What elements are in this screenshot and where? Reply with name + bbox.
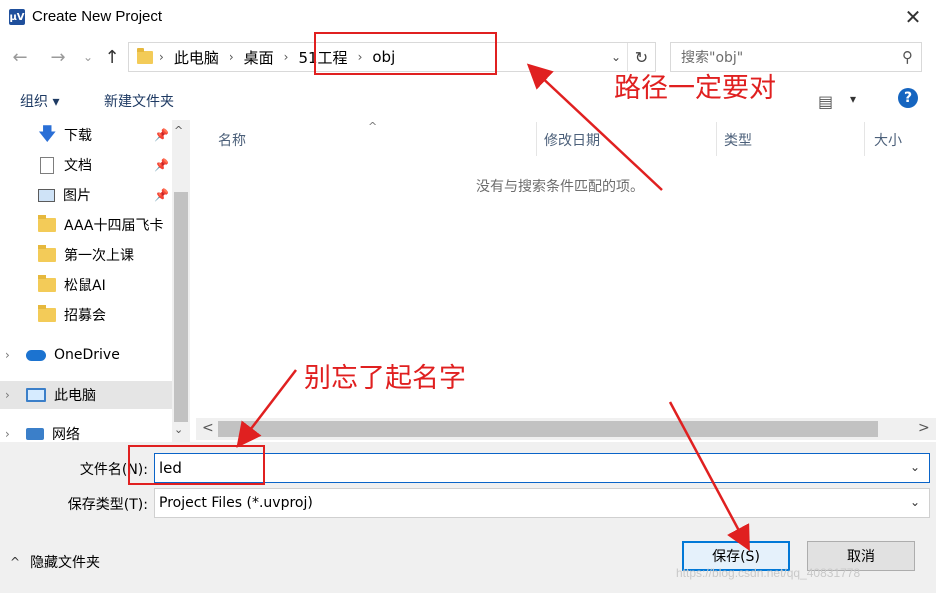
filetype-value: Project Files (*.uvproj) <box>159 495 313 511</box>
pin-icon: 📌 <box>154 128 169 142</box>
sidebar-item-folder[interactable]: AAA十四届飞卡 <box>0 211 172 239</box>
filename-input[interactable]: led <box>154 453 930 483</box>
column-divider[interactable] <box>536 122 537 156</box>
sidebar-item-documents[interactable]: 文档 📌 <box>0 151 172 179</box>
arrow-up-icon: ↑ <box>104 46 120 68</box>
filetype-label: 保存类型(T): <box>67 497 148 513</box>
horizontal-scrollbar-thumb[interactable] <box>218 421 878 437</box>
breadcrumb-this-pc[interactable]: 此电脑 <box>172 47 221 68</box>
close-icon: ✕ <box>904 5 922 29</box>
sidebar-item-label: 下载 <box>64 128 92 144</box>
scroll-up-icon[interactable]: ^ <box>174 124 183 137</box>
sidebar-item-label: AAA十四届飞卡 <box>64 218 164 234</box>
document-icon <box>40 156 54 174</box>
name-annotation: 别忘了起名字 <box>304 363 466 394</box>
pin-icon: 📌 <box>154 188 169 202</box>
chevron-down-icon: ⌄ <box>82 50 94 64</box>
column-header-date-modified[interactable]: 修改日期 <box>544 130 600 150</box>
breadcrumb-separator[interactable]: › <box>221 50 242 64</box>
chevron-right-icon[interactable]: › <box>5 348 10 362</box>
back-button[interactable]: ← <box>8 46 32 68</box>
sidebar-item-label: 此电脑 <box>54 388 96 404</box>
sidebar-item-label: 招募会 <box>64 308 106 324</box>
sidebar-scrollbar-thumb[interactable] <box>174 192 188 422</box>
address-history-dropdown[interactable]: ⌄ <box>605 50 627 64</box>
filename-history-dropdown[interactable]: ⌄ <box>910 460 920 474</box>
title-bar: µV Create New Project ✕ <box>0 0 936 36</box>
pictures-icon <box>38 188 55 202</box>
empty-list-message: 没有与搜索条件匹配的项。 <box>476 179 644 195</box>
scroll-down-icon[interactable]: ⌄ <box>174 423 183 436</box>
sort-ascending-icon: ^ <box>368 120 378 133</box>
sidebar-item-label: 第一次上课 <box>64 248 134 264</box>
forward-button[interactable]: → <box>46 46 70 68</box>
view-options-dropdown[interactable]: ▾ <box>850 92 856 106</box>
refresh-icon: ↻ <box>634 47 649 67</box>
navigation-pane: 🡇 下载 📌 文档 📌 图片 📌 AAA十四届飞卡 第一次上课 松鼠AI 招募会… <box>0 120 190 442</box>
breadcrumb-desktop[interactable]: 桌面 <box>242 47 276 68</box>
download-icon: 🡇 <box>38 124 57 145</box>
sidebar-item-network[interactable]: › 网络 <box>0 420 172 442</box>
search-icon: ⚲ <box>902 48 913 66</box>
hide-folders-toggle[interactable]: ^ 隐藏文件夹 <box>10 552 100 572</box>
breadcrumb-separator: › <box>159 50 164 64</box>
sidebar-item-label: 图片 <box>63 188 91 204</box>
sidebar-item-downloads[interactable]: 🡇 下载 📌 <box>0 121 172 149</box>
uvision-app-icon: µV <box>9 9 25 25</box>
network-icon <box>26 428 44 440</box>
sidebar-item-label: 网络 <box>52 427 80 442</box>
onedrive-icon <box>26 349 46 361</box>
sidebar-item-label: OneDrive <box>54 347 120 363</box>
scroll-right-icon[interactable]: > <box>918 420 930 436</box>
chevron-right-icon[interactable]: › <box>5 388 10 402</box>
arrow-left-icon: ← <box>12 46 28 68</box>
filename-highlight-box <box>128 445 265 485</box>
hide-folders-label: 隐藏文件夹 <box>30 555 101 571</box>
arrow-right-icon: → <box>50 46 66 68</box>
recent-locations-button[interactable]: ⌄ <box>76 46 100 68</box>
help-icon[interactable]: ? <box>898 88 918 108</box>
command-toolbar: 组织 ▾ 新建文件夹 ▤ ▾ <box>0 82 936 118</box>
sidebar-item-onedrive[interactable]: › OneDrive <box>0 341 172 369</box>
this-pc-icon <box>26 388 46 402</box>
new-folder-button[interactable]: 新建文件夹 <box>104 91 174 111</box>
window-title: Create New Project <box>32 8 163 25</box>
folder-icon <box>137 47 153 64</box>
folder-icon <box>38 275 56 292</box>
folder-icon <box>38 305 56 322</box>
sidebar-item-folder[interactable]: 松鼠AI <box>0 271 172 299</box>
column-header-size[interactable]: 大小 <box>874 130 902 150</box>
scroll-left-icon[interactable]: < <box>202 420 214 436</box>
path-annotation: 路径一定要对 <box>614 73 776 104</box>
search-placeholder: 搜索"obj" <box>681 50 744 66</box>
close-button[interactable]: ✕ <box>890 0 936 34</box>
up-button[interactable]: ↑ <box>100 46 124 68</box>
sidebar-item-label: 松鼠AI <box>64 278 106 294</box>
sidebar-item-folder[interactable]: 第一次上课 <box>0 241 172 269</box>
column-divider[interactable] <box>864 122 865 156</box>
chevron-right-icon[interactable]: › <box>5 427 10 441</box>
column-header-name[interactable]: 名称 <box>218 130 246 150</box>
folder-icon <box>38 245 56 262</box>
folder-icon <box>38 215 56 232</box>
breadcrumb-separator[interactable]: › <box>276 50 297 64</box>
sidebar-item-folder[interactable]: 招募会 <box>0 301 172 329</box>
filetype-select[interactable]: Project Files (*.uvproj) <box>154 488 930 518</box>
column-header-type[interactable]: 类型 <box>724 130 752 150</box>
view-options-icon[interactable]: ▤ <box>818 92 833 111</box>
watermark: https://blog.csdn.net/qq_40831778 <box>676 566 861 580</box>
organize-menu[interactable]: 组织 ▾ <box>20 91 59 111</box>
path-highlight-box <box>314 32 497 75</box>
filetype-dropdown[interactable]: ⌄ <box>910 495 920 509</box>
sidebar-item-pictures[interactable]: 图片 📌 <box>0 181 172 209</box>
sidebar-item-this-pc[interactable]: › 此电脑 <box>0 381 172 409</box>
pin-icon: 📌 <box>154 158 169 172</box>
column-divider[interactable] <box>716 122 717 156</box>
sidebar-item-label: 文档 <box>64 158 92 174</box>
chevron-up-icon: ^ <box>10 555 21 569</box>
